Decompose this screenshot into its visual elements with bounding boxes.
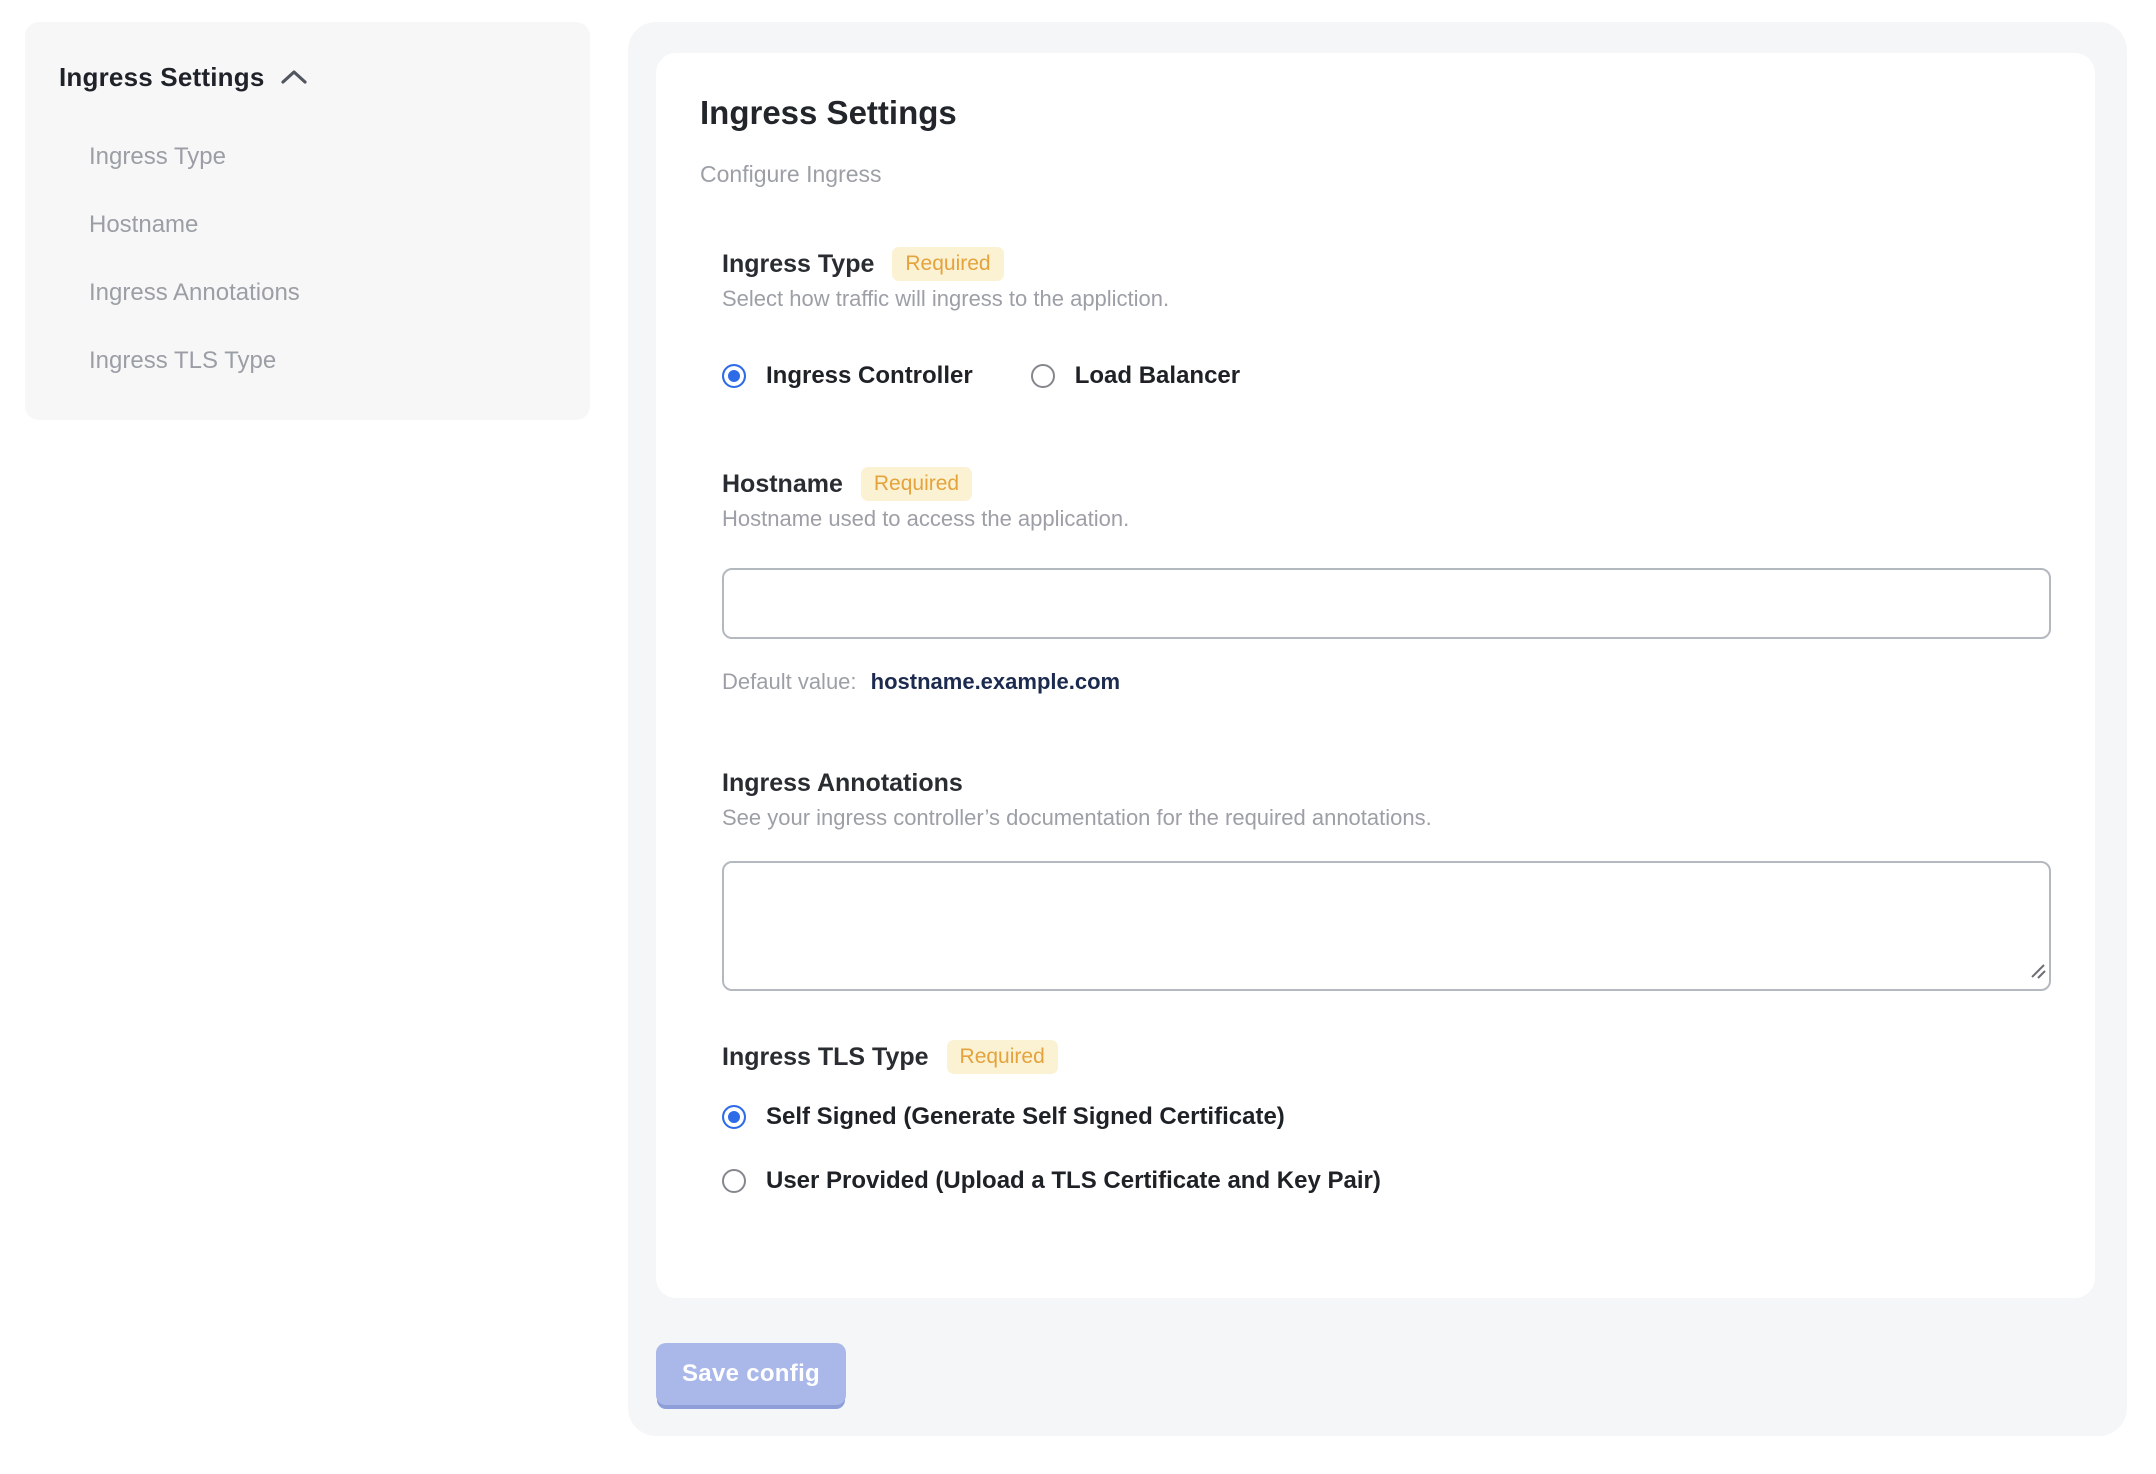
radio-icon — [722, 364, 746, 388]
radio-label: Ingress Controller — [766, 362, 973, 389]
radio-label: Load Balancer — [1074, 362, 1241, 389]
required-badge: Required — [860, 467, 973, 501]
sidebar-nav: Ingress Type Hostname Ingress Annotation… — [59, 123, 556, 395]
ingress-type-radio-group: Ingress Controller Load Balancer — [722, 362, 2051, 390]
radio-load-balancer[interactable]: Load Balancer — [1030, 362, 1241, 390]
resize-handle-icon[interactable] — [2028, 961, 2046, 984]
ingress-settings-card: Ingress Settings Configure Ingress Ingre… — [656, 53, 2095, 1298]
sidebar-section-toggle[interactable]: Ingress Settings — [59, 62, 308, 93]
default-value-text: hostname.example.com — [870, 669, 1121, 694]
radio-label: Self Signed (Generate Self Signed Certif… — [766, 1103, 1285, 1130]
radio-icon — [722, 1105, 746, 1129]
radio-ingress-controller[interactable]: Ingress Controller — [722, 362, 973, 390]
settings-panel: Ingress Settings Configure Ingress Ingre… — [628, 22, 2127, 1436]
sidebar-item-ingress-type[interactable]: Ingress Type — [59, 123, 226, 191]
ingress-annotations-description: See your ingress controller’s documentat… — [722, 805, 1432, 830]
settings-sidebar: Ingress Settings Ingress Type Hostname I… — [25, 22, 590, 420]
ingress-annotations-textarea[interactable] — [722, 861, 2051, 991]
required-badge: Required — [946, 1040, 1058, 1074]
ingress-type-label: Ingress Type — [722, 249, 875, 278]
ingress-tls-type-label: Ingress TLS Type — [722, 1042, 929, 1071]
ingress-type-description: Select how traffic will ingress to the a… — [722, 286, 1170, 311]
default-value-label: Default value: — [722, 669, 857, 694]
save-config-button[interactable]: Save config — [656, 1343, 846, 1405]
field-ingress-tls-type: Ingress TLS Type Required Self Signed (G… — [722, 1040, 2051, 1195]
hostname-description: Hostname used to access the application. — [722, 506, 1130, 531]
page-title: Ingress Settings — [700, 94, 957, 131]
hostname-input[interactable] — [722, 568, 2051, 639]
radio-icon — [1030, 364, 1055, 388]
required-badge: Required — [892, 247, 1004, 281]
field-ingress-type: Ingress Type Required Select how traffic… — [722, 247, 2051, 390]
hostname-label: Hostname — [722, 469, 843, 498]
radio-label: User Provided (Upload a TLS Certificate … — [766, 1167, 1381, 1194]
chevron-up-icon — [280, 69, 308, 86]
ingress-form: Ingress Type Required Select how traffic… — [722, 247, 2051, 1195]
sidebar-item-hostname[interactable]: Hostname — [59, 191, 198, 259]
hostname-default-line: Default value: hostname.example.com — [722, 669, 2051, 695]
tls-radio-group: Self Signed (Generate Self Signed Certif… — [722, 1103, 2051, 1195]
ingress-annotations-label: Ingress Annotations — [722, 768, 963, 797]
radio-user-provided[interactable]: User Provided (Upload a TLS Certificate … — [722, 1167, 2051, 1195]
radio-icon — [722, 1169, 746, 1193]
page-subtitle: Configure Ingress — [700, 161, 882, 187]
field-ingress-annotations: Ingress Annotations See your ingress con… — [722, 767, 2051, 991]
field-hostname: Hostname Required Hostname used to acces… — [722, 467, 2051, 695]
radio-self-signed[interactable]: Self Signed (Generate Self Signed Certif… — [722, 1103, 2051, 1131]
sidebar-item-ingress-tls-type[interactable]: Ingress TLS Type — [59, 327, 276, 395]
sidebar-item-ingress-annotations[interactable]: Ingress Annotations — [59, 259, 300, 327]
sidebar-section-title: Ingress Settings — [59, 62, 265, 92]
